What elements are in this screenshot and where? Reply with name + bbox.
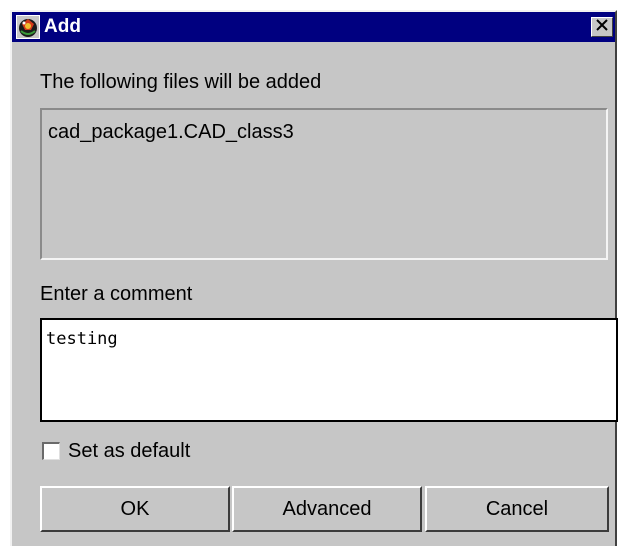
close-icon [596,18,608,36]
comment-field[interactable] [40,318,618,422]
title-bar[interactable]: Add [12,12,615,42]
close-button[interactable] [591,17,613,37]
files-label: The following files will be added [40,71,322,93]
add-dialog: Add The following files will be added ca… [10,10,618,546]
cancel-button[interactable]: Cancel [425,486,609,532]
ok-button[interactable]: OK [40,486,230,532]
files-list[interactable]: cad_package1.CAD_class3 [40,108,608,260]
comment-label: Enter a comment [40,283,193,305]
list-item[interactable]: cad_package1.CAD_class3 [48,120,294,144]
set-default-checkbox[interactable] [42,442,60,460]
app-globe-icon [16,15,40,39]
advanced-button[interactable]: Advanced [232,486,422,532]
window-title: Add [44,16,81,37]
set-default-label[interactable]: Set as default [68,439,190,463]
